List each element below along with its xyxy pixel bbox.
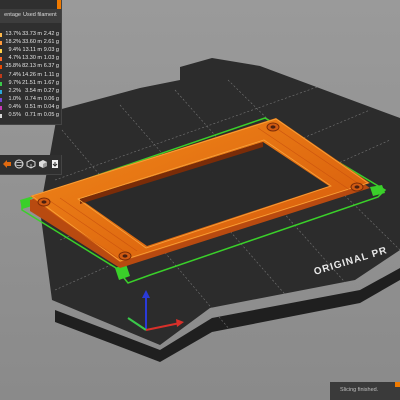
status-text: Slicing finished. bbox=[340, 387, 379, 393]
row-percentage: 35.8% bbox=[5, 63, 21, 70]
row-length: 3.54 m bbox=[25, 87, 42, 94]
row-length: 33.73 m bbox=[22, 31, 42, 37]
row-length: 21.51 m bbox=[22, 79, 42, 86]
cube-icon[interactable] bbox=[26, 159, 36, 169]
cube-outline-icon[interactable] bbox=[38, 159, 48, 169]
legend-header: entage Used filament bbox=[0, 9, 61, 23]
row-weight: 9.03 g bbox=[43, 47, 59, 54]
row-length: 0.51 m bbox=[25, 103, 42, 110]
color-swatch bbox=[0, 73, 2, 78]
row-weight: 1.03 g bbox=[43, 55, 59, 62]
row-percentage: 7.4% bbox=[8, 71, 21, 78]
header-used-filament: Used filament bbox=[23, 12, 57, 18]
row-weight: 2.42 g bbox=[43, 31, 59, 37]
row-weight: 1.67 g bbox=[43, 79, 59, 86]
row-percentage: 1.0% bbox=[8, 95, 21, 102]
row-length: 13.11 m bbox=[22, 47, 42, 54]
orange-marker bbox=[57, 0, 61, 9]
color-swatch bbox=[0, 81, 2, 86]
color-swatch bbox=[0, 97, 2, 102]
color-swatch bbox=[0, 41, 2, 46]
row-percentage: 9.7% bbox=[8, 79, 21, 86]
legend-panel: entage Used filament 13.7% 33.73 m 2.42 g 1… bbox=[0, 0, 62, 125]
row-length: 0.74 m bbox=[25, 95, 42, 102]
color-swatch bbox=[0, 114, 2, 118]
row-length: 33.60 m bbox=[22, 39, 42, 46]
color-swatch bbox=[0, 57, 2, 62]
row-length: 0.71 m bbox=[25, 112, 42, 118]
row-weight: 0.04 g bbox=[43, 103, 59, 110]
row-percentage: 0.4% bbox=[8, 103, 21, 110]
row-weight: 0.05 g bbox=[43, 112, 59, 118]
color-swatch bbox=[0, 65, 2, 70]
header-percentage: entage bbox=[4, 12, 21, 18]
row-percentage: 4.7% bbox=[8, 55, 21, 62]
row-weight: 0.06 g bbox=[43, 95, 59, 102]
view-toolbar bbox=[0, 155, 62, 175]
row-weight: 6.37 g bbox=[43, 63, 59, 70]
row-percentage: 0.5% bbox=[8, 112, 21, 118]
row-percentage: 18.2% bbox=[5, 39, 21, 46]
row-weight: 0.27 g bbox=[43, 87, 59, 94]
legend-row: 0.5% 0.71 m 0.05 g bbox=[0, 112, 61, 121]
row-weight: 2.61 g bbox=[43, 39, 59, 46]
row-percentage: 13.7% bbox=[5, 31, 21, 37]
status-bar: Slicing finished. bbox=[330, 382, 400, 400]
color-swatch bbox=[0, 33, 2, 37]
color-swatch bbox=[0, 105, 2, 110]
row-percentage: 2.2% bbox=[8, 87, 21, 94]
row-weight: 1.11 g bbox=[44, 71, 59, 78]
row-length: 13.30 m bbox=[22, 55, 42, 62]
row-length: 14.26 m bbox=[22, 71, 42, 78]
row-percentage: 9.4% bbox=[8, 47, 21, 54]
arrow-icon[interactable] bbox=[2, 159, 12, 169]
color-swatch bbox=[0, 49, 2, 54]
color-swatch bbox=[0, 89, 2, 94]
notification-marker bbox=[395, 382, 400, 387]
row-length: 82.13 m bbox=[22, 63, 42, 70]
sphere-icon[interactable] bbox=[14, 159, 24, 169]
export-icon[interactable] bbox=[50, 159, 60, 169]
